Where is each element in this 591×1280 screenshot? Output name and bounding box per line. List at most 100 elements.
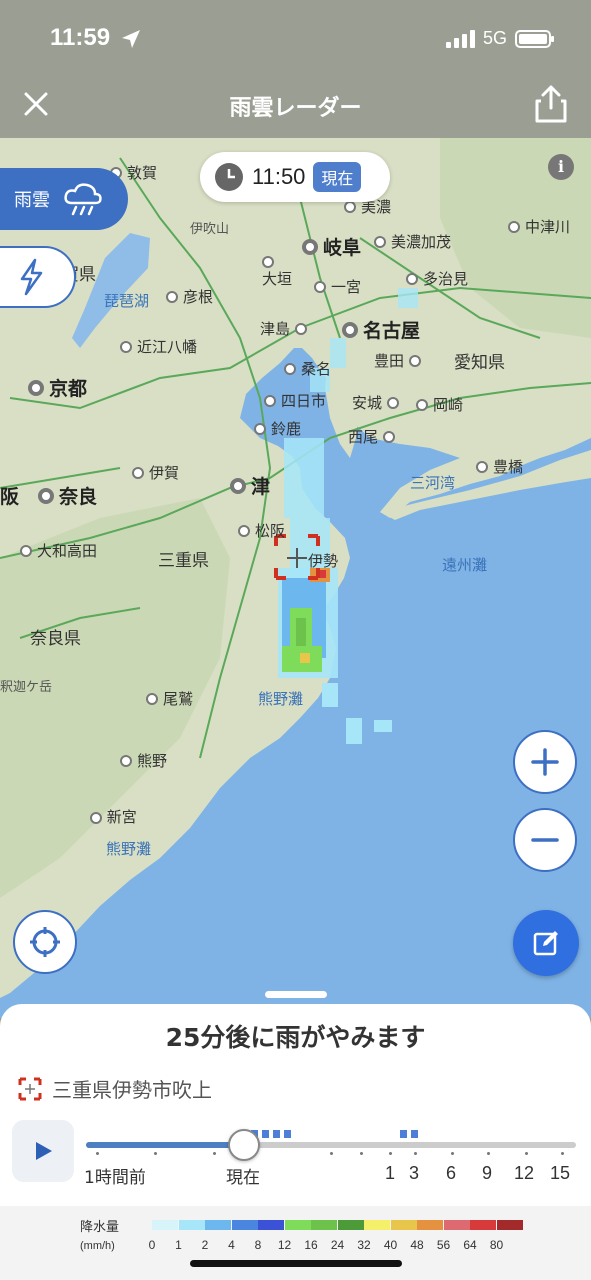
place-nakatsugawa: 中津川 bbox=[508, 216, 570, 237]
rain-marker bbox=[262, 1130, 269, 1138]
timeline-tick bbox=[414, 1152, 417, 1155]
signal-icon bbox=[445, 29, 475, 48]
place-yamatotakada: 大和高田 bbox=[20, 540, 97, 561]
place-shingu: 新宮 bbox=[90, 806, 137, 827]
place-mieken: 三重県 bbox=[158, 551, 209, 571]
info-button[interactable]: i bbox=[548, 154, 574, 180]
place-biwako: 琵琶湖 bbox=[104, 292, 150, 310]
time-indicator[interactable]: 11:50 現在 bbox=[200, 152, 390, 202]
timeline-label-past: 1時間前 bbox=[84, 1168, 146, 1188]
place-suzuka: 鈴鹿 bbox=[254, 418, 301, 439]
place-tajimi: 多治見 bbox=[406, 268, 468, 289]
legend-swatch bbox=[417, 1220, 443, 1230]
pencil-square-icon bbox=[533, 931, 558, 956]
legend-swatch bbox=[311, 1220, 337, 1230]
timeline-tick bbox=[389, 1152, 392, 1155]
timeline-tick bbox=[96, 1152, 99, 1155]
zoom-in-button[interactable] bbox=[513, 730, 577, 794]
zoom-out-button[interactable] bbox=[513, 808, 577, 872]
place-ogaki: 大垣 bbox=[262, 256, 292, 289]
location-arrow-icon bbox=[122, 30, 140, 48]
edit-button[interactable] bbox=[513, 910, 579, 976]
legend-value: 48 bbox=[410, 1238, 424, 1252]
place-naraken: 奈良県 bbox=[30, 629, 81, 649]
rain-marker bbox=[273, 1130, 280, 1138]
timeline-label-15h: 15 bbox=[550, 1163, 571, 1183]
battery-icon bbox=[515, 29, 554, 48]
timeline-slider-handle[interactable] bbox=[228, 1129, 260, 1161]
legend-value: 16 bbox=[304, 1238, 318, 1252]
legend-value: 80 bbox=[489, 1238, 504, 1252]
timeline-label-12h: 12 bbox=[514, 1163, 535, 1183]
legend-swatch bbox=[178, 1220, 205, 1230]
legend-swatch bbox=[470, 1220, 496, 1230]
play-button[interactable] bbox=[12, 1120, 74, 1182]
place-osaka: 阪 bbox=[0, 486, 20, 508]
legend-value: 40 bbox=[383, 1238, 398, 1252]
timeline-tick bbox=[487, 1152, 490, 1155]
timeline-tick bbox=[154, 1152, 157, 1155]
home-indicator bbox=[190, 1260, 402, 1267]
legend-value: 64 bbox=[463, 1238, 477, 1252]
legend-value: 32 bbox=[357, 1238, 371, 1252]
crosshair-icon bbox=[30, 927, 60, 957]
place-owase: 尾鷲 bbox=[146, 688, 193, 709]
status-indicators: 5G bbox=[445, 28, 554, 49]
legend-unit: (mm/h) bbox=[80, 1240, 115, 1252]
place-iga: 伊賀 bbox=[132, 462, 179, 483]
sheet-grabber[interactable] bbox=[265, 991, 327, 998]
legend-value: 1 bbox=[175, 1238, 182, 1252]
place-tsushima: 津島 bbox=[260, 318, 308, 339]
place-aichiken: 愛知県 bbox=[454, 353, 505, 373]
timeline-label-6h: 6 bbox=[446, 1163, 457, 1183]
place-nagoya: 名古屋 bbox=[342, 316, 420, 343]
layer-rain-button[interactable]: 雨雲 bbox=[0, 168, 128, 230]
place-okazaki: 岡崎 bbox=[416, 394, 463, 415]
timeline-tick bbox=[525, 1152, 528, 1155]
place-ise: 伊勢 bbox=[308, 552, 339, 570]
place-mikawawan: 三河湾 bbox=[410, 474, 456, 492]
current-location-button[interactable] bbox=[13, 910, 77, 974]
legend-swatch bbox=[337, 1220, 364, 1230]
location-name: 三重県伊勢市吹上 bbox=[52, 1078, 212, 1102]
minus-icon bbox=[531, 838, 559, 842]
play-icon bbox=[36, 1142, 52, 1160]
place-ichinomiya: 一宮 bbox=[314, 276, 361, 297]
timeline-tick bbox=[451, 1152, 454, 1155]
place-nara: 奈良 bbox=[38, 482, 97, 509]
place-shakagatake: 釈迦ケ岳 bbox=[0, 680, 53, 695]
legend-value: 24 bbox=[330, 1238, 345, 1252]
place-enshunada: 遠州灘 bbox=[442, 556, 488, 574]
place-anjo: 安城 bbox=[352, 392, 400, 413]
legend-swatch bbox=[231, 1220, 258, 1230]
rain-marker bbox=[284, 1130, 291, 1138]
place-kyoto: 京都 bbox=[28, 374, 87, 401]
timeline-tick bbox=[561, 1152, 564, 1155]
rain-marker bbox=[411, 1130, 418, 1138]
legend-value: 12 bbox=[277, 1238, 292, 1252]
plus-icon bbox=[531, 748, 559, 776]
page-title: 雨雲レーダー bbox=[229, 96, 362, 121]
place-ibukiyama: 伊吹山 bbox=[190, 222, 230, 237]
radar-map[interactable]: 敦賀 伊吹山 美濃 中津川 岐阜 美濃加茂 大垣 一宮 多治見 賀県 彦根 琵琶… bbox=[0, 138, 591, 1018]
forecast-title: 25分後に雨がやみます bbox=[165, 1023, 426, 1052]
legend-swatch bbox=[258, 1220, 284, 1230]
place-kumanonada-2: 熊野灘 bbox=[106, 840, 152, 858]
place-kumano: 熊野 bbox=[120, 750, 167, 771]
place-kuwana: 桑名 bbox=[284, 358, 331, 379]
layer-lightning-button[interactable] bbox=[0, 246, 76, 308]
share-button[interactable] bbox=[533, 84, 569, 124]
legend-swatch bbox=[152, 1220, 178, 1230]
place-toyohashi: 豊橋 bbox=[476, 456, 523, 477]
timeline-tick bbox=[213, 1152, 216, 1155]
place-tsu: 津 bbox=[230, 472, 270, 499]
legend-value: 0 bbox=[148, 1238, 156, 1252]
timeline-tick bbox=[360, 1152, 363, 1155]
legend-value: 4 bbox=[228, 1238, 235, 1252]
network-label: 5G bbox=[482, 28, 507, 48]
legend-swatch bbox=[390, 1220, 417, 1230]
place-hikone: 彦根 bbox=[166, 286, 213, 307]
legend-swatch bbox=[284, 1220, 311, 1230]
legend-value: 2 bbox=[201, 1238, 209, 1252]
lightning-icon bbox=[20, 258, 43, 296]
